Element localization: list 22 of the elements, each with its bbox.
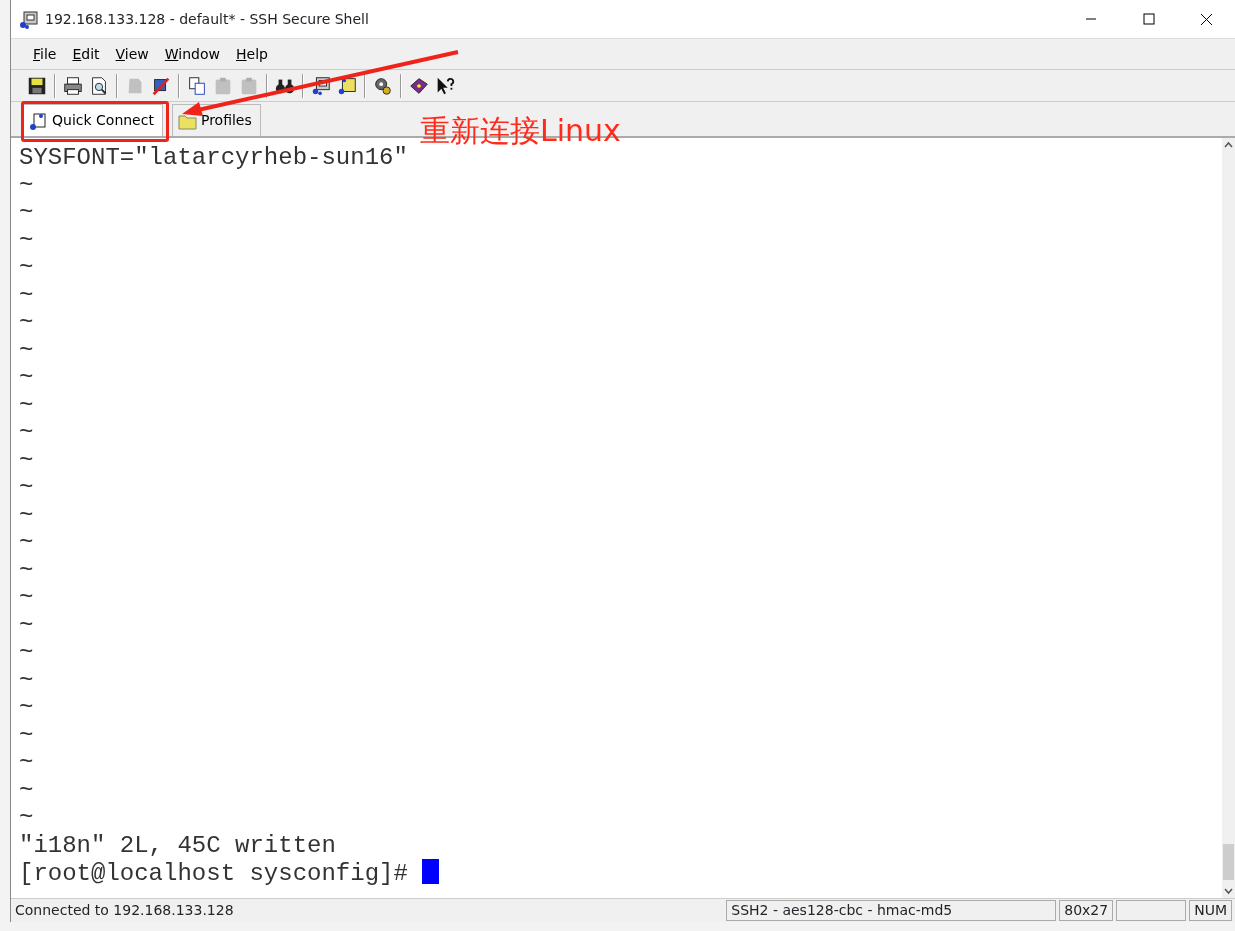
close-icon[interactable] — [1199, 12, 1213, 26]
printer-icon[interactable] — [62, 74, 84, 97]
menu-item[interactable]: Help — [228, 41, 276, 67]
num-lock-status: NUM — [1189, 900, 1232, 921]
menu-item[interactable]: File — [25, 41, 65, 67]
terminal-size: 80x27 — [1059, 900, 1114, 921]
app-icon — [19, 10, 39, 29]
window-title: 192.168.133.128 - default* - SSH Secure Shell — [45, 9, 369, 29]
profiles-button[interactable]: Profiles — [171, 104, 261, 136]
scrollbar[interactable] — [1222, 138, 1235, 898]
status-text: Connected to 192.168.133.128 — [14, 901, 234, 920]
connect-icon — [28, 110, 48, 131]
menu-item[interactable]: Window — [156, 41, 229, 67]
maximize-icon[interactable] — [1141, 12, 1155, 26]
copy-icon[interactable] — [186, 74, 208, 97]
scrollbar-thumb[interactable] — [1223, 844, 1234, 880]
menu-item[interactable]: Edit — [64, 41, 108, 67]
cipher-status: SSH2 - aes128-cbc - hmac-md5 — [726, 900, 1057, 921]
caps-status — [1116, 900, 1187, 921]
quick-connect-button[interactable]: Quick Connect — [23, 104, 163, 136]
menu-item[interactable]: View — [107, 41, 157, 67]
terminal-icon[interactable] — [310, 74, 332, 97]
